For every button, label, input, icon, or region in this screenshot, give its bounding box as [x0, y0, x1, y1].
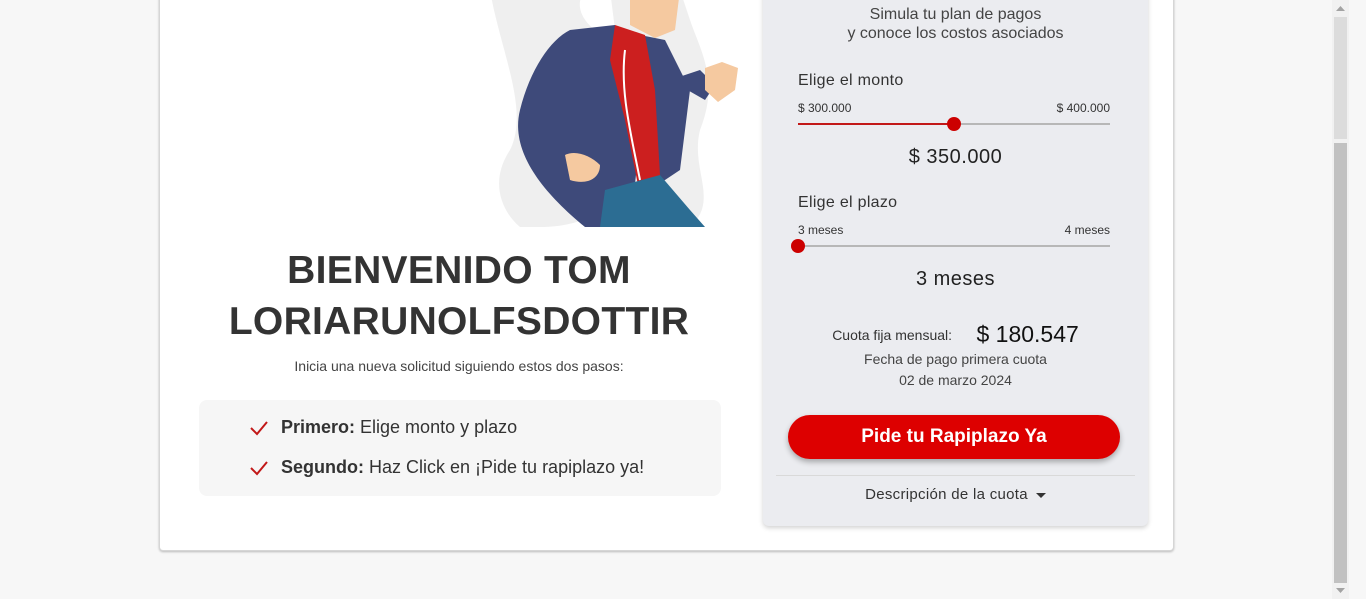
term-slider[interactable]	[791, 239, 1110, 253]
step-1-bold: Primero:	[281, 417, 356, 437]
intro-line-1: Simula tu plan de pagos	[869, 6, 1042, 23]
first-payment-date: Fecha de pago primera cuota 02 de marzo …	[763, 349, 1148, 391]
simulator-panel: Simula tu plan de pagos y conoce los cos…	[763, 0, 1148, 526]
amount-slider-thumb[interactable]	[947, 117, 961, 131]
checkmark-icon	[250, 420, 268, 435]
desc-label: Descripción de la cuota	[865, 486, 1028, 503]
person-illustration	[491, 0, 738, 227]
intro-line-2: y conoce los costos asociados	[847, 25, 1064, 42]
term-range: 3 meses 4 meses	[798, 223, 1110, 237]
term-min: 3 meses	[798, 223, 844, 237]
divider	[776, 475, 1135, 476]
cuota-description-toggle[interactable]: Descripción de la cuota	[763, 486, 1148, 503]
cuota-row: Cuota fija mensual: $ 180.547	[763, 321, 1148, 348]
amount-slider[interactable]	[798, 117, 1110, 131]
simulator-intro: Simula tu plan de pagos y conoce los cos…	[763, 5, 1148, 43]
term-max: 4 meses	[1064, 223, 1110, 237]
term-label: Elige el plazo	[798, 194, 898, 211]
welcome-title: BIENVENIDO TOM LORIARUNOLFSDOTTIR	[200, 245, 718, 347]
amount-slider-fill	[798, 123, 954, 125]
step-1-text: Elige monto y plazo	[360, 417, 518, 437]
fecha-label: Fecha de pago primera cuota	[864, 351, 1047, 367]
amount-max: $ 400.000	[1056, 101, 1110, 115]
welcome-line-2: LORIARUNOLFSDOTTIR	[228, 300, 690, 343]
scrollbar-thumb[interactable]	[1334, 143, 1347, 583]
term-value: 3 meses	[915, 268, 996, 290]
step-2-text: Haz Click en ¡Pide tu rapiplazo ya!	[369, 457, 645, 477]
checkmark-icon	[250, 460, 268, 475]
pide-rapiplazo-button[interactable]: Pide tu Rapiplazo Ya	[788, 415, 1120, 459]
amount-label: Elige el monto	[798, 72, 904, 89]
amount-range: $ 300.000 $ 400.000	[798, 101, 1110, 115]
steps-box: Primero: Elige monto y plazo Segundo: Ha…	[199, 400, 721, 496]
welcome-line-1: BIENVENIDO TOM	[287, 249, 631, 292]
scroll-up-arrow-icon[interactable]	[1332, 0, 1349, 17]
amount-value: $ 350.000	[908, 146, 1003, 168]
cuota-value: $ 180.547	[976, 321, 1079, 347]
cuota-label: Cuota fija mensual:	[832, 326, 953, 343]
amount-min: $ 300.000	[798, 101, 852, 115]
scrollbar-track-upper	[1334, 17, 1347, 139]
step-2-bold: Segundo:	[281, 457, 364, 477]
page-scrollbar[interactable]	[1332, 0, 1349, 599]
scroll-down-arrow-icon[interactable]	[1332, 582, 1349, 599]
welcome-subtitle: Inicia una nueva solicitud siguiendo est…	[294, 358, 624, 374]
caret-down-icon	[1035, 492, 1046, 498]
fecha-value: 02 de marzo 2024	[899, 372, 1012, 388]
step-item-1: Primero: Elige monto y plazo	[249, 417, 517, 438]
term-slider-thumb[interactable]	[791, 239, 805, 253]
step-item-2: Segundo: Haz Click en ¡Pide tu rapiplazo…	[249, 457, 644, 478]
